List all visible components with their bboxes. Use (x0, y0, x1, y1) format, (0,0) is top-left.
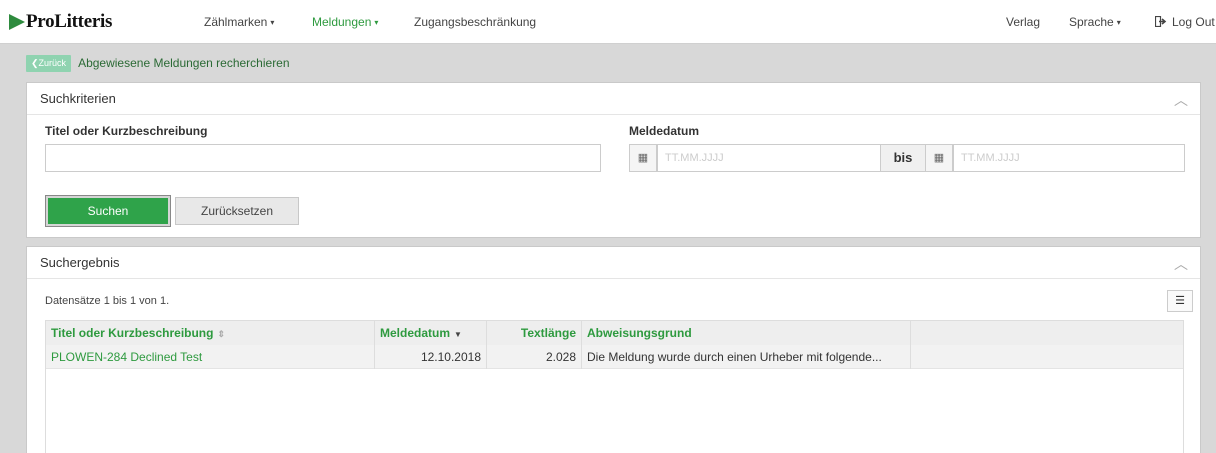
back-label: Zurück (38, 57, 67, 68)
date-to-input[interactable]: TT.MM.JJJJ (953, 144, 1185, 172)
reset-button[interactable]: Zurücksetzen (175, 197, 299, 225)
nav-item-label: Verlag (1006, 15, 1041, 29)
row-date: 12.10.2018 (375, 345, 487, 369)
column-header-label: Abweisungsgrund (587, 326, 692, 340)
search-panel-header[interactable]: Suchkriterien ︿ (27, 83, 1200, 115)
column-header-length[interactable]: Textlänge (487, 321, 582, 345)
nav-item-label: Zugangsbeschränkung (414, 15, 537, 29)
logo-text: ProLitteris (26, 11, 113, 32)
column-header-label: Textlänge (520, 326, 576, 340)
table-row[interactable]: PLOWEN-284 Declined Test 12.10.2018 2.02… (46, 345, 1183, 369)
chevron-up-icon[interactable]: ︿ (1174, 90, 1188, 110)
search-panel-title: Suchkriterien (40, 91, 116, 106)
nav-item-label: Log Out (1172, 15, 1215, 29)
nav-item-logout[interactable]: Log Out (1154, 0, 1215, 45)
record-count: Datensätze 1 bis 1 von 1. (45, 295, 170, 307)
chevron-up-icon[interactable]: ︿ (1174, 254, 1188, 274)
sort-desc-icon: ▼ (454, 330, 462, 339)
date-from-placeholder: TT.MM.JJJJ (665, 152, 724, 164)
chevron-down-icon: ▾ (1116, 18, 1121, 27)
sort-icon: ⇕ (217, 329, 226, 339)
date-field-label: Meldedatum (629, 124, 700, 138)
back-button[interactable]: ❮Zurück (26, 54, 72, 72)
nav-item-zugangsbeschraenkung[interactable]: Zugangsbeschränkung (414, 0, 536, 44)
nav-item-label: Meldungen (312, 15, 372, 29)
breadcrumb: ❮Zurück Abgewiesene Meldungen recherchie… (26, 54, 290, 72)
title-search-input[interactable] (45, 144, 601, 172)
top-navbar: ProLitteris Zählmarken ▾ Meldungen ▾ Zugan… (0, 0, 1216, 44)
nav-item-meldungen[interactable]: Meldungen ▾ (312, 0, 378, 44)
nav-item-zaehlmarken[interactable]: Zählmarken ▾ (204, 0, 274, 44)
column-header-label: Meldedatum (380, 326, 451, 340)
logo-triangle-icon (9, 14, 25, 30)
sign-out-icon (1154, 1, 1167, 45)
nav-item-verlag[interactable]: Verlag (1006, 0, 1040, 44)
page-title: Abgewiesene Meldungen recherchieren (78, 56, 290, 70)
bis-label: bis (881, 144, 925, 172)
title-field-label: Titel oder Kurzbeschreibung (45, 124, 208, 138)
row-length: 2.028 (487, 345, 582, 369)
column-header-label: Titel oder Kurzbeschreibung (51, 326, 214, 340)
chevron-down-icon: ▾ (270, 18, 275, 27)
date-to-placeholder: TT.MM.JJJJ (961, 152, 1020, 164)
search-button[interactable]: Suchen (45, 195, 171, 227)
column-header-date[interactable]: Meldedatum ▼ (375, 321, 487, 345)
list-view-icon[interactable]: ☰ (1167, 290, 1193, 312)
results-panel-header[interactable]: Suchergebnis ︿ (27, 247, 1200, 279)
date-from-input[interactable]: TT.MM.JJJJ (657, 144, 881, 172)
column-header-reason[interactable]: Abweisungsgrund (582, 321, 911, 345)
results-panel-title: Suchergebnis (40, 255, 120, 270)
nav-item-label: Zählmarken (204, 15, 268, 29)
nav-item-sprache[interactable]: Sprache ▾ (1069, 0, 1121, 44)
calendar-icon[interactable]: ▦ (629, 144, 657, 172)
search-criteria-panel: Suchkriterien ︿ Titel oder Kurzbeschreib… (26, 82, 1201, 238)
calendar-icon[interactable]: ▦ (925, 144, 953, 172)
column-header-title[interactable]: Titel oder Kurzbeschreibung ⇕ (46, 321, 375, 345)
nav-item-label: Sprache (1069, 15, 1114, 29)
table-header: Titel oder Kurzbeschreibung ⇕ Meldedatum ▼… (46, 321, 1183, 345)
row-title-link[interactable]: PLOWEN-284 Declined Test (46, 345, 375, 369)
prolitteris-logo[interactable]: ProLitteris (9, 11, 113, 32)
results-table: Titel oder Kurzbeschreibung ⇕ Meldedatum ▼… (45, 320, 1184, 453)
row-reason: Die Meldung wurde durch einen Urheber mi… (582, 345, 911, 369)
chevron-down-icon: ▾ (374, 18, 379, 27)
chevron-left-icon: ❮ (31, 57, 39, 68)
search-results-panel: Suchergebnis ︿ Datensätze 1 bis 1 von 1.… (26, 246, 1201, 453)
